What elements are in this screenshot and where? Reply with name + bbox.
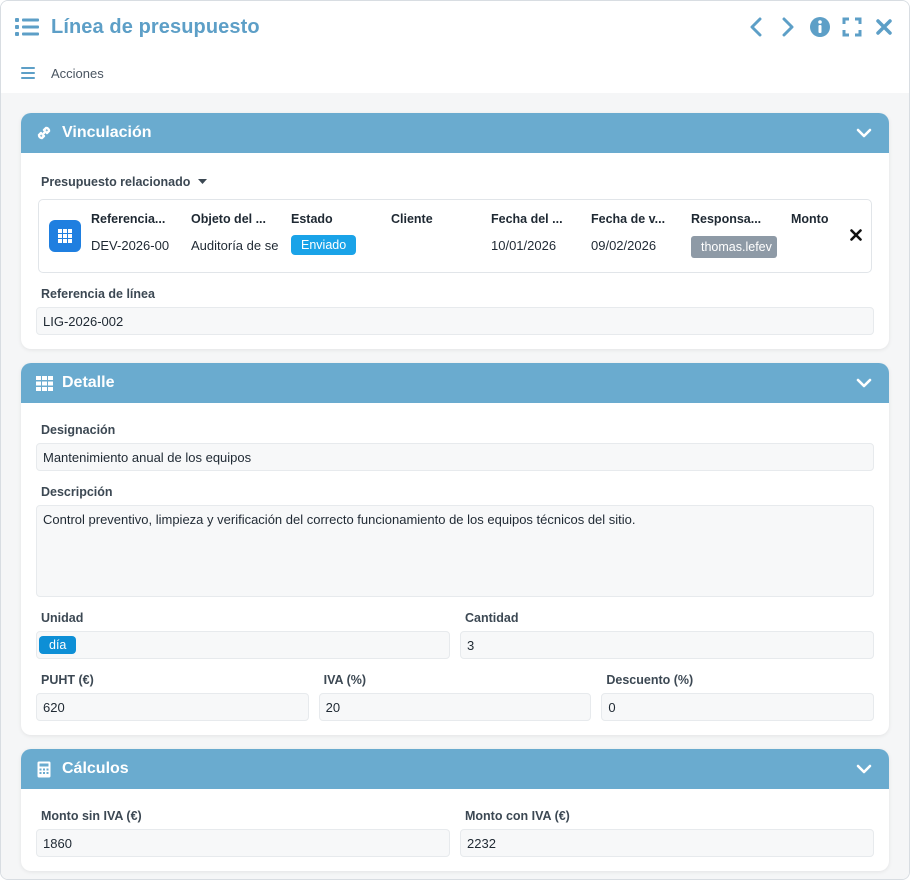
col-responsable: Responsa... thomas.lefev — [691, 212, 779, 260]
caret-down-icon[interactable] — [198, 177, 208, 187]
column-header: Referencia... — [91, 212, 166, 226]
totals-row: Monto sin IVA (€) 1860 Monto con IVA (€)… — [36, 809, 874, 857]
panel-title: Vinculación — [62, 124, 152, 141]
cantidad-cell: Cantidad 3 — [460, 611, 874, 659]
unidad-field[interactable]: día — [36, 631, 450, 659]
col-cliente: Cliente — [391, 212, 479, 258]
descuento-label: Descuento (%) — [606, 673, 694, 687]
col-estado: Estado Enviado — [291, 212, 379, 259]
con-iva-label: Monto con IVA (€) — [465, 809, 570, 823]
cell-monto — [791, 238, 851, 258]
unidad-label: Unidad — [41, 611, 84, 625]
table-icon — [35, 374, 53, 392]
status-badge: Enviado — [291, 235, 357, 255]
chevron-right-icon[interactable] — [777, 16, 799, 38]
cantidad-field[interactable]: 3 — [460, 631, 874, 659]
related-quote-card[interactable]: Referencia... DEV-2026-00 Objeto del ...… — [38, 199, 872, 273]
cell-fecha: 10/01/2026 — [491, 238, 557, 253]
user-badge: thomas.lefev — [691, 236, 777, 258]
sin-iva-label: Monto sin IVA (€) — [41, 809, 142, 823]
panel-calculos: Cálculos Monto sin IVA (€) 1860 Monto co… — [21, 749, 889, 871]
puht-field[interactable]: 620 — [36, 693, 309, 721]
cantidad-label: Cantidad — [465, 611, 519, 625]
column-header: Cliente — [391, 212, 433, 226]
actions-menu[interactable]: Acciones — [1, 53, 909, 93]
iva-field[interactable]: 20 — [318, 693, 592, 721]
cell-referencia: DEV-2026-00 — [91, 238, 170, 253]
chevron-left-icon[interactable] — [745, 16, 767, 38]
column-header: Responsa... — [691, 212, 762, 226]
designacion-label: Designación — [41, 423, 116, 437]
panel-title: Cálculos — [62, 760, 129, 777]
descripcion-field[interactable]: Control preventivo, limpieza y verificac… — [36, 505, 874, 597]
sin-iva-cell: Monto sin IVA (€) 1860 — [36, 809, 450, 857]
expand-icon[interactable] — [841, 16, 863, 38]
cell-estado: Enviado — [291, 235, 379, 259]
table-icon[interactable] — [49, 220, 81, 252]
cell-objeto: Auditoría de se — [191, 238, 279, 253]
line-ref-field[interactable]: LIG-2026-002 — [36, 307, 874, 335]
panel-header-vinculacion[interactable]: Vinculación — [21, 113, 889, 153]
window-title: Línea de presupuesto — [51, 15, 260, 38]
panel-detalle: Detalle Designación Mantenimiento anual … — [21, 363, 889, 735]
con-iva-field: 2232 — [460, 829, 874, 857]
puht-cell: PUHT (€) 620 — [36, 673, 309, 721]
form-content: Vinculación Presupuesto relacionado Refe… — [1, 93, 909, 879]
con-iva-cell: Monto con IVA (€) 2232 — [460, 809, 874, 857]
column-header: Fecha de v... — [591, 212, 666, 226]
line-ref-label: Referencia de línea — [41, 287, 155, 301]
designacion-field[interactable]: Mantenimiento anual de los equipos — [36, 443, 874, 471]
unidad-cell: Unidad día — [36, 611, 450, 659]
info-icon[interactable] — [809, 16, 831, 38]
puht-label: PUHT (€) — [41, 673, 94, 687]
column-header: Objeto del ... — [191, 212, 267, 226]
chevron-down-icon[interactable] — [855, 374, 873, 392]
panel-title: Detalle — [62, 374, 115, 391]
panel-vinculacion: Vinculación Presupuesto relacionado Refe… — [21, 113, 889, 349]
unidad-cantidad-row: Unidad día Cantidad 3 — [36, 611, 874, 659]
descuento-cell: Descuento (%) 0 — [601, 673, 875, 721]
cell-cliente — [391, 238, 479, 258]
calculator-icon — [35, 760, 53, 778]
descuento-field[interactable]: 0 — [601, 693, 875, 721]
col-objeto: Objeto del ... Auditoría de se — [191, 212, 279, 258]
panel-body-detalle: Designación Mantenimiento anual de los e… — [21, 403, 889, 735]
remove-icon[interactable] — [849, 228, 863, 242]
column-header: Fecha del ... — [491, 212, 563, 226]
unit-tag: día — [39, 636, 77, 654]
col-fecha: Fecha del ... 10/01/2026 — [491, 212, 579, 258]
column-header: Monto — [791, 212, 829, 226]
close-icon[interactable] — [873, 16, 895, 38]
price-row: PUHT (€) 620 IVA (%) 20 Descuento (%) 0 — [36, 673, 875, 721]
chevron-down-icon[interactable] — [855, 124, 873, 142]
panel-header-detalle[interactable]: Detalle — [21, 363, 889, 403]
title-bar: Línea de presupuesto — [1, 1, 909, 53]
descripcion-label: Descripción — [41, 485, 113, 499]
cell-responsable: thomas.lefev — [691, 236, 779, 260]
related-quote-toggle[interactable]: Presupuesto relacionado — [41, 175, 874, 189]
cell-fecha-v: 09/02/2026 — [591, 238, 657, 253]
col-monto: Monto — [791, 212, 851, 258]
panel-body-vinculacion: Presupuesto relacionado Referencia... DE… — [21, 153, 889, 349]
hamburger-icon[interactable] — [21, 66, 37, 80]
sin-iva-field: 1860 — [36, 829, 450, 857]
related-quote-label: Presupuesto relacionado — [41, 175, 191, 189]
chevron-down-icon[interactable] — [855, 760, 873, 778]
iva-cell: IVA (%) 20 — [318, 673, 592, 721]
link-icon — [35, 124, 53, 142]
panel-header-calculos[interactable]: Cálculos — [21, 749, 889, 789]
record-window: Línea de presupuesto Acciones Vinculació… — [0, 0, 910, 880]
panel-body-calculos: Monto sin IVA (€) 1860 Monto con IVA (€)… — [21, 789, 889, 871]
list-icon — [15, 16, 41, 38]
iva-label: IVA (%) — [323, 673, 367, 687]
window-actions — [745, 16, 895, 38]
actions-label[interactable]: Acciones — [51, 66, 104, 81]
column-header: Estado — [291, 212, 333, 226]
col-referencia: Referencia... DEV-2026-00 — [91, 212, 179, 258]
col-fecha-v: Fecha de v... 09/02/2026 — [591, 212, 679, 258]
